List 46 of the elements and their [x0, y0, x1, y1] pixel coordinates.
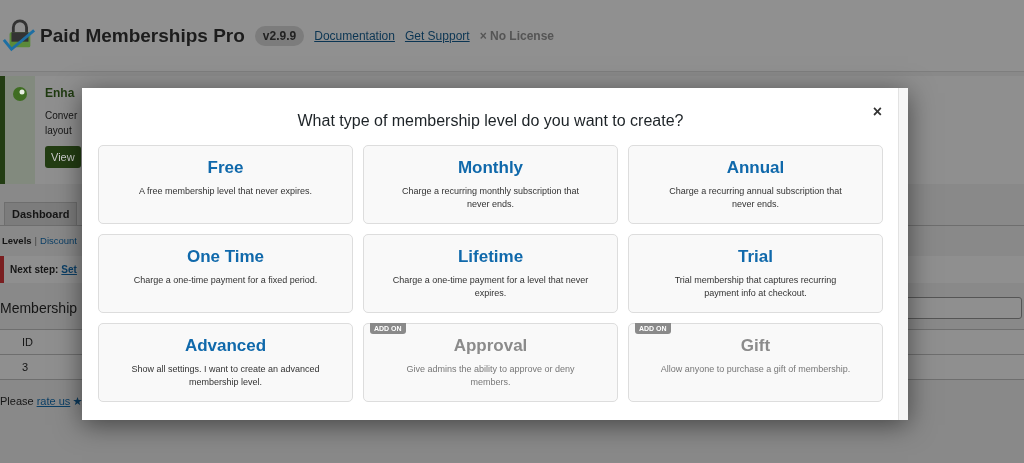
- notice-text: layout: [45, 124, 73, 138]
- nav-tab[interactable]: Dashboard: [4, 202, 78, 225]
- card-title: Lifetime: [456, 247, 525, 267]
- separator: |: [34, 235, 38, 246]
- level-option-card[interactable]: Free A free membership level that never expires.: [98, 145, 353, 224]
- close-button[interactable]: ×: [872, 103, 882, 121]
- card-description: Show all settings. I want to create an advanced membership level.: [130, 363, 321, 389]
- card-description: Charge a one-time payment for a level that never expires.: [391, 274, 590, 300]
- footer-text: Please: [0, 395, 34, 407]
- version-badge: v2.9.9: [254, 25, 305, 46]
- product-title: Paid Memberships Pro: [40, 24, 245, 47]
- card-description: Give admins the ability to approve or deny members.: [405, 363, 576, 389]
- card-description: A free membership level that never expires.: [137, 185, 314, 198]
- view-button[interactable]: View: [45, 146, 81, 168]
- header-link[interactable]: Documentation: [314, 28, 395, 43]
- card-title: Annual: [725, 158, 786, 178]
- star-icon: [73, 396, 83, 406]
- page-heading: Membership: [0, 300, 78, 316]
- level-option-card[interactable]: Lifetime Charge a one-time payment for a level that never expires.: [363, 234, 618, 313]
- column-header: ID: [21, 336, 33, 348]
- logo-icon: [2, 18, 36, 53]
- card-title: Gift: [739, 336, 772, 356]
- level-option-card[interactable]: One Time Charge a one-time payment for a fixed period.: [98, 234, 353, 313]
- card-title: Approval: [452, 336, 529, 356]
- next-step-label: Next step:: [10, 264, 59, 275]
- notice-title: Enha: [45, 86, 76, 100]
- level-option-card[interactable]: Monthly Charge a recurring monthly subscription that never ends.: [363, 145, 618, 224]
- card-description: Charge a one-time payment for a fixed period.: [132, 274, 319, 287]
- card-description: Allow anyone to purchase a gift of membership.: [659, 363, 852, 376]
- card-description: Charge a recurring annual subscription that never ends.: [668, 185, 843, 211]
- card-title: One Time: [185, 247, 266, 267]
- level-option-card[interactable]: Trial Trial membership that captures recurring payment info at checkout.: [628, 234, 883, 313]
- license-status: × No License: [479, 28, 555, 43]
- card-title: Trial: [737, 247, 774, 267]
- card-title: Free: [206, 158, 245, 178]
- notice-text: Conver: [45, 109, 79, 123]
- header-link[interactable]: Get Support: [404, 28, 470, 43]
- level-option-card[interactable]: Advanced Show all settings. I want to create an advanced membership level.: [98, 323, 353, 402]
- table-cell-text: 3: [21, 361, 29, 373]
- modal-title: What type of membership level do you want to create?: [297, 112, 684, 130]
- card-title: Advanced: [183, 336, 268, 356]
- card-title: Monthly: [456, 158, 525, 178]
- card-description: Charge a recurring monthly subscription that never ends.: [400, 185, 581, 211]
- level-option-card[interactable]: Annual Charge a recurring annual subscription that never ends.: [628, 145, 883, 224]
- subnav-link[interactable]: Levels: [2, 235, 32, 246]
- card-description: Trial membership that captures recurring payment info at checkout.: [673, 274, 838, 300]
